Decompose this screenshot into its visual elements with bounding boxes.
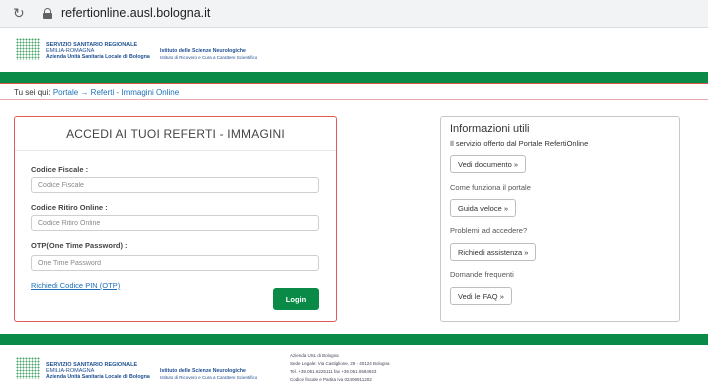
login-panel: ACCEDI AI TUOI REFERTI - IMMAGINI Codice… (14, 116, 337, 322)
info-title: Informazioni utili (450, 123, 530, 135)
footer-address-cf: Codice fiscale e Partita Iva 02406911202 (290, 377, 372, 382)
footer-address-sede: Sede Legale: Via Castiglione, 29 - 40124… (290, 361, 390, 366)
site-header: SERVIZIO SANITARIO REGIONALE EMILIA-ROMA… (0, 28, 708, 72)
footer-address-name: Azienda USL di Bologna (290, 353, 339, 358)
otp-input[interactable] (31, 255, 319, 271)
lock-icon[interactable] (43, 8, 52, 19)
reload-icon[interactable]: ↻ (13, 6, 27, 20)
vedi-faq-button[interactable]: Vedi le FAQ » (450, 287, 512, 305)
breadcrumb-divider (0, 99, 708, 100)
codice-fiscale-label: Codice Fiscale : (31, 165, 89, 174)
problemi-text: Problemi ad accedere? (450, 226, 528, 235)
ssr-azienda: Azienda Unità Sanitaria Locale di Bologn… (46, 54, 150, 60)
footer-isn-title: Istituto delle Scienze Neurologiche (160, 368, 246, 374)
richiedi-assistenza-button[interactable]: Richiedi assistenza » (450, 243, 537, 261)
otp-label: OTP(One Time Password) : (31, 241, 128, 250)
footer-ssr-logo-icon (16, 357, 40, 379)
breadcrumb: Tu sei qui: Portale → Referti - Immagini… (14, 88, 179, 97)
header-green-bar (0, 72, 708, 83)
info-subtitle: Il servizio offerto dal Portale RefertiO… (450, 139, 589, 148)
codice-ritiro-label: Codice Ritiro Online : (31, 203, 108, 212)
vedi-documento-button[interactable]: Vedi documento » (450, 155, 527, 173)
isn-title: Istituto delle Scienze Neurologiche (160, 48, 246, 54)
url-text[interactable]: refertionline.ausl.bologna.it (61, 6, 210, 20)
come-funziona-text: Come funziona il portale (450, 183, 531, 192)
info-panel: Informazioni utili Il servizio offerto d… (440, 116, 680, 322)
isn-subtitle: Istituto di Ricovero e Cura a Carattere … (160, 55, 258, 60)
footer-ssr-azienda: Azienda Unità Sanitaria Locale di Bologn… (46, 374, 150, 380)
footer-isn-subtitle: Istituto di Ricovero e Cura a Carattere … (160, 375, 258, 380)
breadcrumb-arrow: → (80, 88, 89, 97)
login-button[interactable]: Login (273, 288, 319, 310)
breadcrumb-current[interactable]: Referti - Immagini Online (91, 88, 179, 97)
browser-address-bar: ↻ refertionline.ausl.bologna.it (0, 0, 708, 28)
ssr-logo-icon[interactable] (16, 38, 40, 60)
guida-veloce-button[interactable]: Guida veloce » (450, 199, 517, 217)
richiedi-pin-link[interactable]: Richiedi Codice PIN (OTP) (31, 281, 120, 290)
codice-ritiro-input[interactable] (31, 215, 319, 231)
codice-fiscale-input[interactable] (31, 177, 319, 193)
breadcrumb-prefix: Tu sei qui: (14, 88, 51, 97)
domande-text: Domande frequenti (450, 270, 514, 279)
login-title: ACCEDI AI TUOI REFERTI - IMMAGINI (66, 127, 285, 141)
footer-green-bar (0, 334, 708, 345)
login-divider (15, 150, 336, 151)
breadcrumb-portale-link[interactable]: Portale (53, 88, 78, 97)
footer-address-tel: Tel. +39.051.6225111 fax +39.051.6584923 (290, 369, 377, 374)
header-red-line (0, 83, 708, 84)
